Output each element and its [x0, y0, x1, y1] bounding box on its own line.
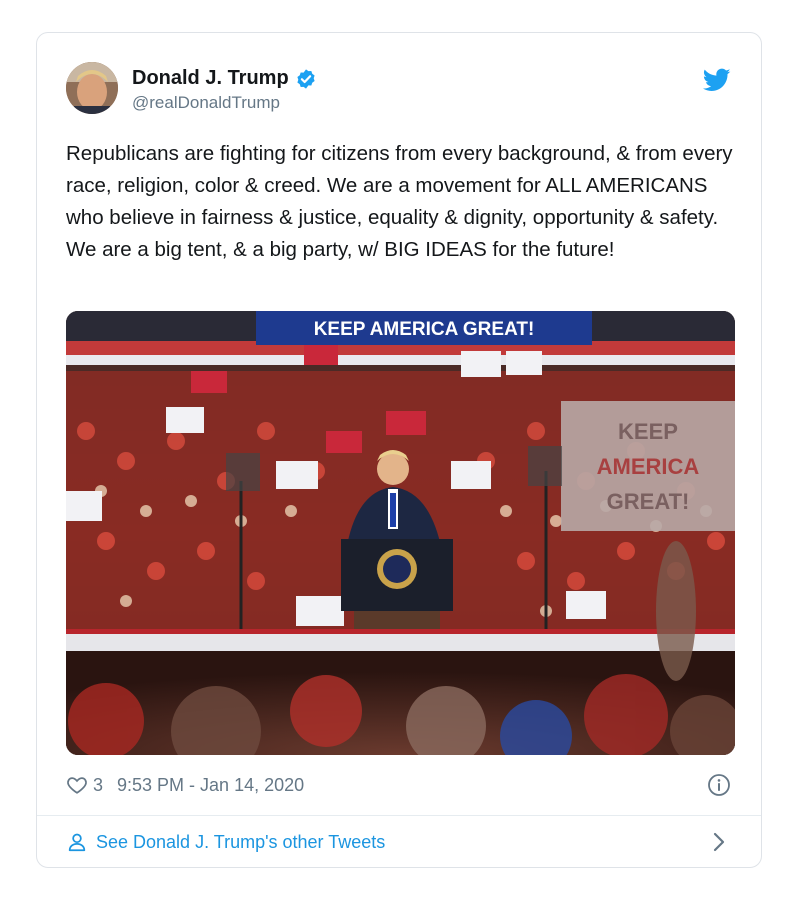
author-avatar[interactable]	[66, 62, 118, 114]
sign-line-2: AMERICA	[597, 454, 700, 479]
see-other-tweets-link[interactable]: See Donald J. Trump's other Tweets	[66, 816, 761, 868]
banner-text: KEEP AMERICA GREAT!	[314, 319, 535, 340]
sign-line-3: GREAT!	[607, 489, 690, 514]
tweet-card[interactable]: Donald J. Trump @realDonaldTrump Republi…	[36, 32, 762, 868]
verified-badge-icon	[297, 68, 315, 89]
tweet-photo[interactable]: KEEP AMERICA GREAT! KEEP AMERICA GREAT!	[66, 311, 735, 755]
sign-line-1: KEEP	[618, 419, 678, 444]
like-count[interactable]: 3	[93, 775, 103, 796]
author-name-row: Donald J. Trump	[132, 67, 317, 90]
tweet-text: Republicans are fighting for citizens fr…	[66, 142, 733, 261]
chevron-right-icon[interactable]	[709, 831, 729, 853]
heart-icon[interactable]	[66, 774, 88, 796]
info-icon[interactable]	[707, 773, 731, 797]
rally-photo: KEEP AMERICA GREAT! KEEP AMERICA GREAT!	[66, 311, 735, 755]
author-handle[interactable]: @realDonaldTrump	[132, 93, 280, 113]
tweet-timestamp[interactable]: 9:53 PM - Jan 14, 2020	[117, 775, 304, 796]
tweet-meta-row: 3 9:53 PM - Jan 14, 2020	[66, 771, 304, 799]
see-other-tweets-label[interactable]: See Donald J. Trump's other Tweets	[96, 832, 385, 853]
author-name[interactable]: Donald J. Trump	[132, 67, 289, 90]
twitter-bird-icon[interactable]	[703, 66, 731, 94]
person-icon	[68, 833, 86, 852]
